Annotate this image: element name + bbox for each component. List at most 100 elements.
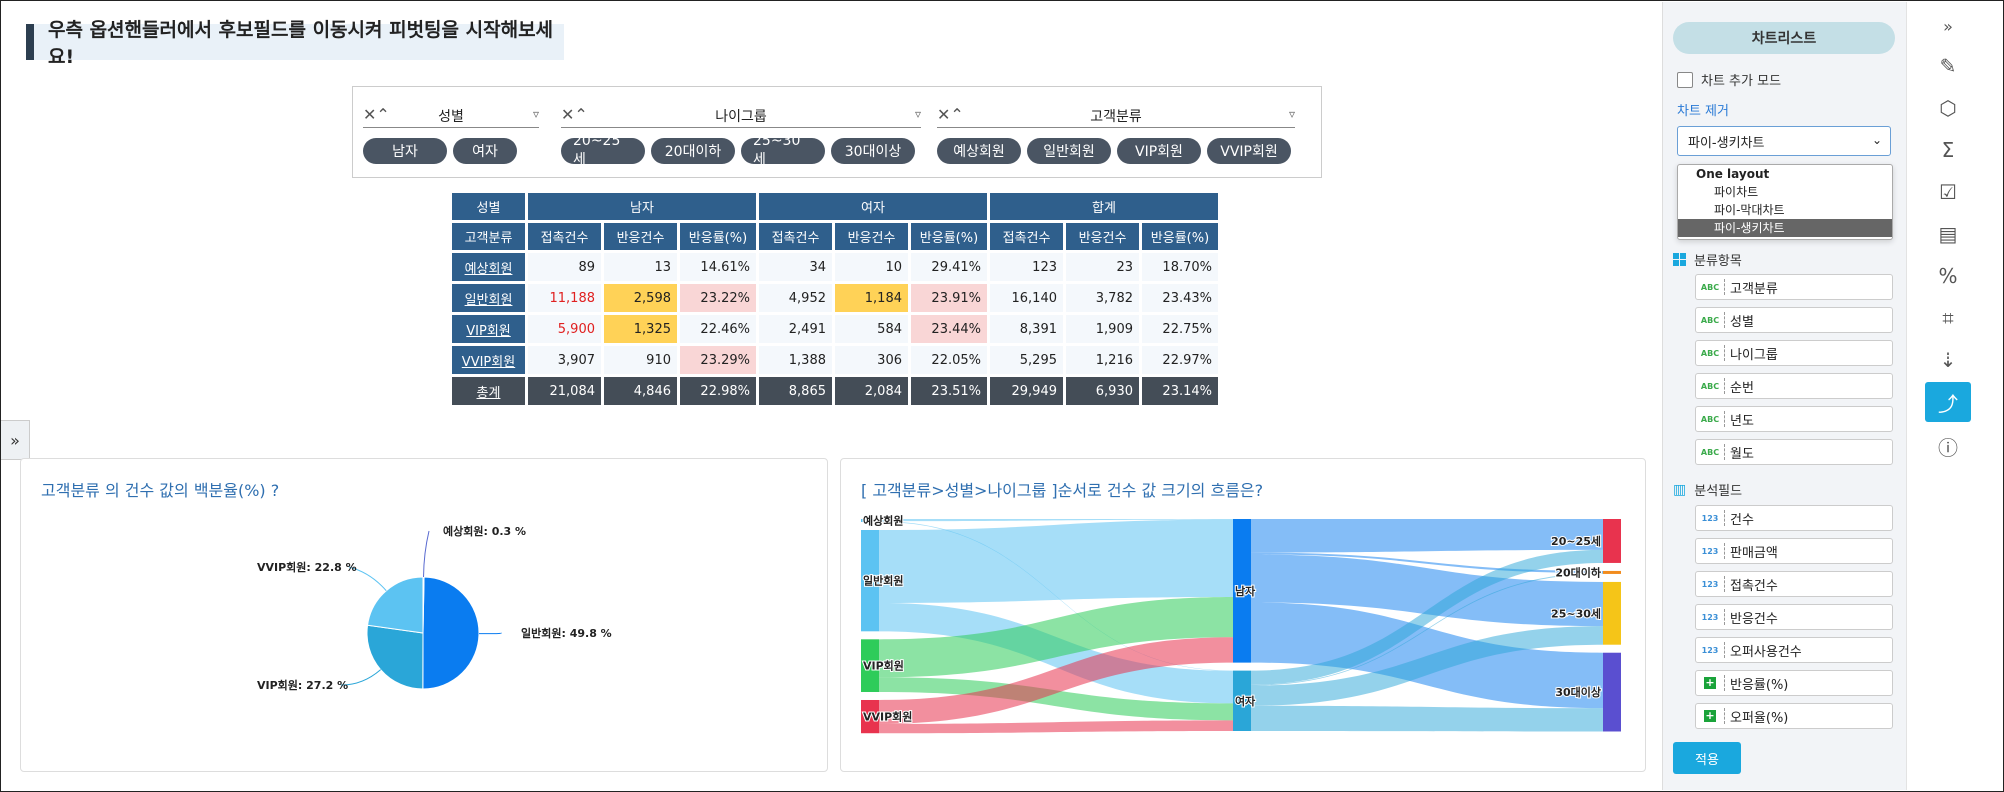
sankey-node-label: 일반회원	[863, 574, 903, 588]
filter-funnel-icon[interactable]: ▿	[1289, 107, 1295, 121]
table-row: 일반회원 11,188 2,598 23.22% 4,952 1,184 23.…	[452, 284, 1218, 312]
category-field[interactable]: ABC 나이그룹	[1695, 340, 1893, 366]
filter-chip[interactable]: 30대이상	[831, 138, 915, 164]
sankey-node-label: 20대이하	[1555, 565, 1602, 579]
filter-chip[interactable]: 일반회원	[1027, 138, 1111, 164]
dropdown-option[interactable]: 파이차트	[1678, 183, 1892, 201]
percent-icon[interactable]: %	[1925, 256, 1971, 296]
pivot-table: 성별 남자 여자 합계 고객분류 접촉건수 반응건수 반응률(%) 접촉건수 반…	[449, 190, 1221, 408]
filter-chip[interactable]: 남자	[363, 138, 447, 164]
checklist-icon[interactable]: ☑	[1925, 172, 1971, 212]
table-cell: 29.41%	[911, 253, 987, 281]
pivot-sub-header: 반응건수	[1066, 223, 1139, 250]
chevron-down-icon: ⌄	[1871, 133, 1882, 147]
table-cell: 16,140	[990, 284, 1063, 312]
add-mode-label: 차트 추가 모드	[1701, 74, 1782, 89]
sankey-node[interactable]	[1603, 519, 1621, 563]
sankey-chart-title: [ 고객분류>성별>나이그룹 ]순서로 건수 값 크기의 흐름은?	[861, 481, 1264, 500]
numeric-field[interactable]: 123 접촉건수	[1695, 571, 1893, 597]
table-cell: 10	[835, 253, 908, 281]
pie-slice[interactable]	[366, 624, 424, 690]
pie-slice[interactable]	[422, 576, 480, 690]
pie-slice[interactable]	[366, 576, 424, 634]
pivot-sub-header: 접촉건수	[990, 223, 1063, 250]
numeric-field[interactable]: 123 판매금액	[1695, 538, 1893, 564]
category-field[interactable]: ABC 월도	[1695, 439, 1893, 465]
layout-icon[interactable]: ▤	[1925, 214, 1971, 254]
numeric-field[interactable]: 123 반응건수	[1695, 604, 1893, 630]
table-cell: 18.70%	[1142, 253, 1218, 281]
filter-group-customer: ✕⌃ 고객분류 ▿ 예상회원 일반회원 VIP회원 VVIP회원	[937, 105, 1295, 164]
filter-chip[interactable]: VIP회원	[1117, 138, 1201, 164]
pivot-row-label-header: 고객분류	[452, 223, 525, 250]
pivot-group-header: 남자	[528, 193, 756, 220]
sankey-node[interactable]	[1603, 581, 1621, 645]
abc-tag: ABC	[1700, 348, 1720, 358]
sankey-node[interactable]	[1603, 570, 1621, 574]
row-label-link[interactable]: 일반회원	[465, 293, 513, 308]
numeric-field[interactable]: 123 오퍼사용건수	[1695, 637, 1893, 663]
collapse-panel-icon[interactable]: »	[1925, 6, 1971, 46]
filter-funnel-icon[interactable]: ▿	[915, 107, 921, 121]
chart-list-title[interactable]: 차트리스트	[1673, 22, 1895, 54]
table-cell: 4,952	[759, 284, 832, 312]
add-mode-checkbox[interactable]	[1677, 71, 1693, 88]
table-cell: 34	[759, 253, 832, 281]
category-field[interactable]: ABC 년도	[1695, 406, 1893, 432]
sankey-link[interactable]	[879, 720, 1233, 734]
chart-type-select[interactable]: 파이-생키차트 ⌄	[1677, 126, 1891, 156]
num-tag: 123	[1701, 546, 1719, 556]
calc-field[interactable]: + 반응률(%)	[1695, 670, 1893, 696]
category-field[interactable]: ABC 순번	[1695, 373, 1893, 399]
sankey-node[interactable]	[1603, 652, 1621, 732]
pivot-corner-header: 성별	[452, 193, 525, 220]
abc-tag: ABC	[1700, 282, 1720, 292]
edit-icon[interactable]: ✎	[1925, 46, 1971, 86]
calc-field[interactable]: + 오퍼율(%)	[1695, 703, 1893, 729]
numeric-field[interactable]: 123 건수	[1695, 505, 1893, 531]
filter-funnel-icon[interactable]: ▿	[533, 107, 539, 121]
table-cell: 23.43%	[1142, 284, 1218, 312]
grid-icon	[1673, 253, 1686, 266]
crop-icon[interactable]: ⌗	[1925, 298, 1971, 338]
sankey-node-label: 30대이상	[1555, 685, 1601, 699]
expand-left-panel-icon[interactable]: »	[1, 420, 30, 460]
filter-chip[interactable]: 여자	[453, 138, 517, 164]
chart-icon[interactable]: ⤴	[1925, 382, 1971, 422]
abc-tag: ABC	[1700, 447, 1720, 457]
sankey-link[interactable]	[1251, 705, 1603, 732]
filter-name: 고객분류	[1090, 109, 1142, 125]
cube-icon[interactable]: ⬡	[1925, 88, 1971, 128]
row-label-link[interactable]: 예상회원	[465, 262, 513, 277]
apply-button[interactable]: 적용	[1673, 742, 1741, 774]
info-icon[interactable]: ⓘ	[1925, 426, 1971, 466]
remove-chart-link[interactable]: 차트 제거	[1677, 100, 1729, 119]
row-label-link[interactable]: VIP회원	[466, 324, 511, 339]
dropdown-option[interactable]: 파이-막대차트	[1678, 201, 1892, 219]
table-row: VVIP회원 3,907 910 23.29% 1,388 306 22.05%…	[452, 346, 1218, 374]
sankey-link[interactable]	[879, 519, 1233, 603]
num-tag: 123	[1701, 579, 1719, 589]
dropdown-option-selected[interactable]: 파이-생키차트	[1678, 219, 1892, 237]
row-label-link[interactable]: VVIP회원	[462, 355, 515, 370]
sigma-icon[interactable]: Σ	[1925, 130, 1971, 170]
filter-chip[interactable]: VVIP회원	[1207, 138, 1291, 164]
category-field[interactable]: ABC 성별	[1695, 307, 1893, 333]
sort-icon[interactable]: ⇣	[1925, 340, 1971, 380]
row-label-link[interactable]: 총계	[477, 386, 501, 401]
table-cell: 89	[528, 253, 601, 281]
pivot-sub-header: 접촉건수	[528, 223, 601, 250]
table-cell: 2,598	[604, 284, 677, 312]
table-row: 예상회원 89 13 14.61% 34 10 29.41% 123 23 18…	[452, 253, 1218, 281]
filter-chip[interactable]: 예상회원	[937, 138, 1021, 164]
sankey-node-label: 여자	[1235, 694, 1256, 708]
table-cell: 22.98%	[680, 377, 756, 405]
chart-options-sidebar: 차트리스트 차트 추가 모드 차트 제거 파이-생키차트 ⌄ One layou…	[1662, 2, 1907, 790]
filter-chip[interactable]: 20~25세	[561, 133, 645, 168]
filter-chip[interactable]: 20대이하	[651, 138, 735, 164]
pivot-sub-header: 접촉건수	[759, 223, 832, 250]
pie-chart-title: 고객분류 의 건수 값의 백분율(%) ?	[41, 481, 280, 500]
filter-chip[interactable]: 25~30세	[741, 133, 825, 168]
pie-chart-card: 고객분류 의 건수 값의 백분율(%) ? 일반회원: 49.8 % VIP회원:…	[20, 458, 828, 772]
category-field[interactable]: ABC 고객분류	[1695, 274, 1893, 300]
